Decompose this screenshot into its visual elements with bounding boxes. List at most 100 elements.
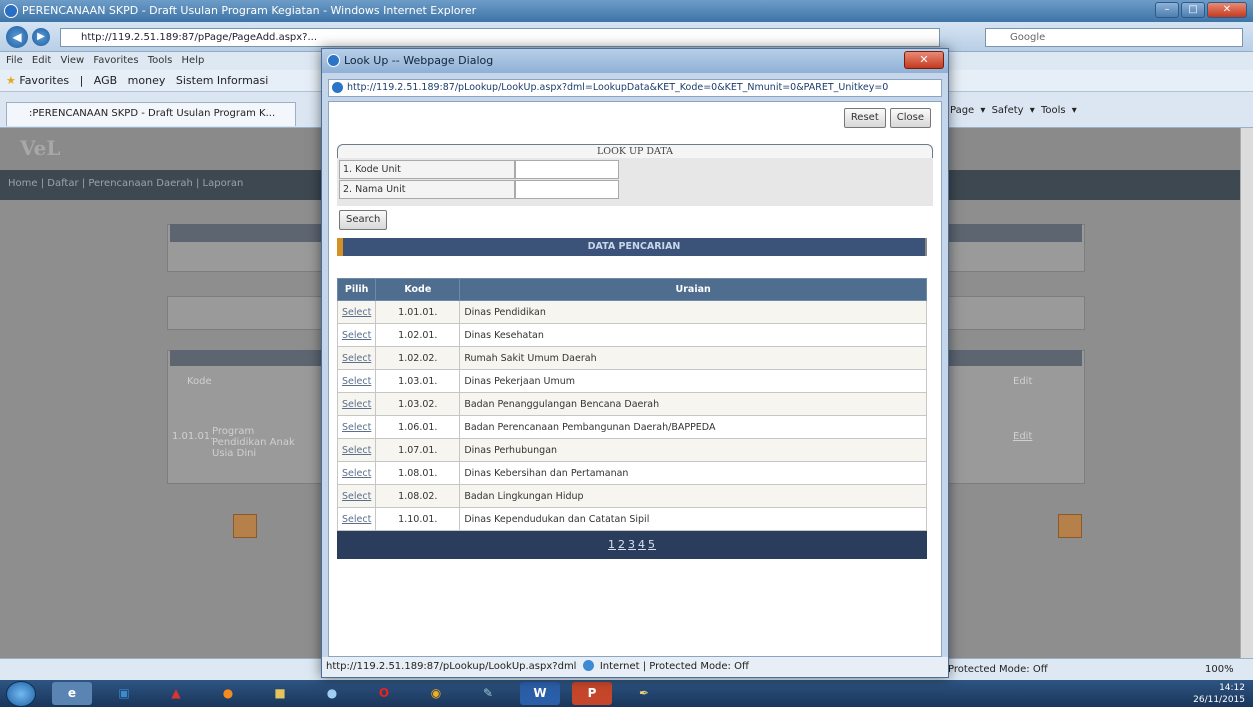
taskbar-folder-icon[interactable]: ■ (260, 682, 300, 705)
window-controls: – □ ✕ (1155, 2, 1247, 18)
top-buttons: Reset Close (843, 108, 931, 128)
row-kode: 1.10.01. (375, 507, 461, 531)
row-kode: 1.06.01. (375, 415, 461, 439)
table-row: Select 1.07.01. Dinas Perhubungan (336, 438, 927, 462)
page-link[interactable]: 5 (648, 538, 656, 551)
dialog-status-zone: Internet | Protected Mode: Off (599, 661, 749, 672)
taskbar-ie-icon[interactable]: e (52, 682, 92, 705)
address-input[interactable]: http://119.2.51.189:87/pPage/PageAdd.asp… (60, 28, 940, 47)
row-uraian: Dinas Pekerjaan Umum (459, 369, 927, 393)
tab-perencanaan[interactable]: :PERENCANAAN SKPD - Draft Usulan Program… (6, 102, 296, 126)
bg-next-button[interactable] (1058, 514, 1082, 538)
select-link[interactable]: Select (342, 307, 371, 318)
select-link[interactable]: Select (342, 514, 371, 525)
internet-globe-icon (582, 660, 594, 671)
kode-unit-label: 1. Kode Unit (339, 160, 515, 179)
dialog-title-bar: Look Up -- Webpage Dialog ✕ (322, 49, 948, 73)
clock-date: 26/11/2015 (1193, 695, 1245, 705)
dialog-ie-icon (327, 54, 340, 67)
page-link[interactable]: 1 (608, 538, 616, 551)
dialog-status-bar: http://119.2.51.189:87/pLookup/LookUp.as… (322, 657, 948, 677)
fav-link-money[interactable]: money (128, 74, 166, 87)
maximize-button[interactable]: □ (1181, 2, 1205, 18)
select-link[interactable]: Select (342, 399, 371, 410)
row-kode: 1.08.02. (375, 484, 461, 508)
row-uraian: Dinas Kesehatan (459, 323, 927, 347)
windows-taskbar: e ▣ ▲ ● ■ ● O ◉ ✎ W P ✒ 14:12 26/11/2015 (0, 680, 1253, 707)
pagination: 12345 (337, 531, 927, 559)
taskbar-app-icon[interactable]: ● (312, 682, 352, 705)
row-kode: 1.03.02. (375, 392, 461, 416)
taskbar-pen-icon[interactable]: ✒ (624, 682, 664, 705)
table-row: Select 1.03.02. Badan Penanggulangan Benca… (336, 392, 927, 416)
table-row: Select 1.10.01. Dinas Kependudukan dan Cat… (336, 507, 927, 531)
command-bar[interactable]: Page ▾ Safety ▾ Tools ▾ (950, 100, 1250, 122)
site-nav-links[interactable]: Home | Daftar | Perencanaan Daerah | Lap… (8, 178, 243, 189)
select-link[interactable]: Select (342, 422, 371, 433)
table-row: Select 1.01.01. Dinas Pendidikan (336, 300, 927, 324)
zoom-level[interactable]: 100% (1205, 659, 1234, 681)
clock-time: 14:12 (1219, 683, 1245, 693)
taskbar-powerpoint-icon[interactable]: P (572, 682, 612, 705)
start-button[interactable] (6, 681, 36, 707)
kode-unit-input[interactable] (515, 160, 619, 179)
back-button[interactable]: ◀ (6, 26, 28, 48)
url-ie-icon (332, 82, 343, 93)
taskbar-firefox-icon[interactable]: ● (208, 682, 248, 705)
search-button[interactable]: Search (339, 210, 388, 230)
select-link[interactable]: Select (342, 376, 371, 387)
page-link[interactable]: 4 (638, 538, 646, 551)
page-link[interactable]: 3 (628, 538, 636, 551)
nama-unit-label: 2. Nama Unit (339, 180, 515, 199)
page-scrollbar[interactable] (1240, 128, 1253, 658)
select-link[interactable]: Select (342, 468, 371, 479)
row-kode: 1.03.01. (375, 369, 461, 393)
row-uraian: Dinas Pendidikan (459, 300, 927, 324)
row-uraian: Dinas Perhubungan (459, 438, 927, 462)
select-link[interactable]: Select (342, 353, 371, 364)
table-header-row: Pilih Kode Uraian (336, 278, 927, 301)
close-window-button[interactable]: ✕ (1207, 2, 1247, 18)
nama-unit-input[interactable] (515, 180, 619, 199)
taskbar-tools-icon[interactable]: ✎ (468, 682, 508, 705)
table-row: Select 1.02.01. Dinas Kesehatan (336, 323, 927, 347)
taskbar-opera-icon[interactable]: O (364, 682, 404, 705)
bg-row-program: Program Pendidikan Anak Usia Dini (212, 426, 295, 459)
row-kode: 1.02.02. (375, 346, 461, 370)
select-link[interactable]: Select (342, 491, 371, 502)
bg-add-button[interactable] (233, 514, 257, 538)
favorites-star-icon: ★ (6, 74, 16, 87)
fav-link-sistem[interactable]: Sistem Informasi (176, 74, 268, 87)
dialog-url-bar: http://119.2.51.189:87/pLookup/LookUp.as… (328, 79, 942, 97)
taskbar-explorer-icon[interactable]: ▣ (104, 682, 144, 705)
ie-app-icon (4, 4, 18, 18)
fav-link-agb[interactable]: AGB (94, 74, 117, 87)
taskbar-word-icon[interactable]: W (520, 682, 560, 705)
page-link[interactable]: 2 (618, 538, 626, 551)
taskbar-pdf-icon[interactable]: ▲ (156, 682, 196, 705)
bg-kode-header: Kode (187, 376, 212, 387)
system-tray[interactable]: 14:12 26/11/2015 (1193, 680, 1245, 707)
row-uraian: Badan Lingkungan Hidup (459, 484, 927, 508)
search-input[interactable]: Google (985, 28, 1243, 47)
bg-edit-header: Edit (1013, 376, 1033, 387)
row-kode: 1.02.01. (375, 323, 461, 347)
dialog-close-x-button[interactable]: ✕ (904, 51, 944, 69)
reset-button[interactable]: Reset (843, 108, 886, 128)
select-link[interactable]: Select (342, 330, 371, 341)
taskbar-chrome-icon[interactable]: ◉ (416, 682, 456, 705)
row-uraian: Badan Penanggulangan Bencana Daerah (459, 392, 927, 416)
lookup-form: 1. Kode Unit 2. Nama Unit (337, 158, 933, 206)
site-logo: VeL (20, 136, 61, 160)
kode-unit-row: 1. Kode Unit (339, 160, 619, 180)
select-link[interactable]: Select (342, 445, 371, 456)
dialog-title: Look Up -- Webpage Dialog (344, 54, 494, 67)
minimize-button[interactable]: – (1155, 2, 1179, 18)
favorites-button[interactable]: Favorites (19, 74, 69, 87)
col-kode: Kode (375, 278, 461, 301)
table-row: Select 1.08.02. Badan Lingkungan Hidup (336, 484, 927, 508)
close-button[interactable]: Close (889, 108, 931, 128)
bg-edit-link[interactable]: Edit (1013, 431, 1032, 442)
results-table: Pilih Kode Uraian Select 1.01.01. Dinas Pe… (336, 278, 927, 531)
forward-button[interactable]: ▶ (32, 28, 50, 46)
